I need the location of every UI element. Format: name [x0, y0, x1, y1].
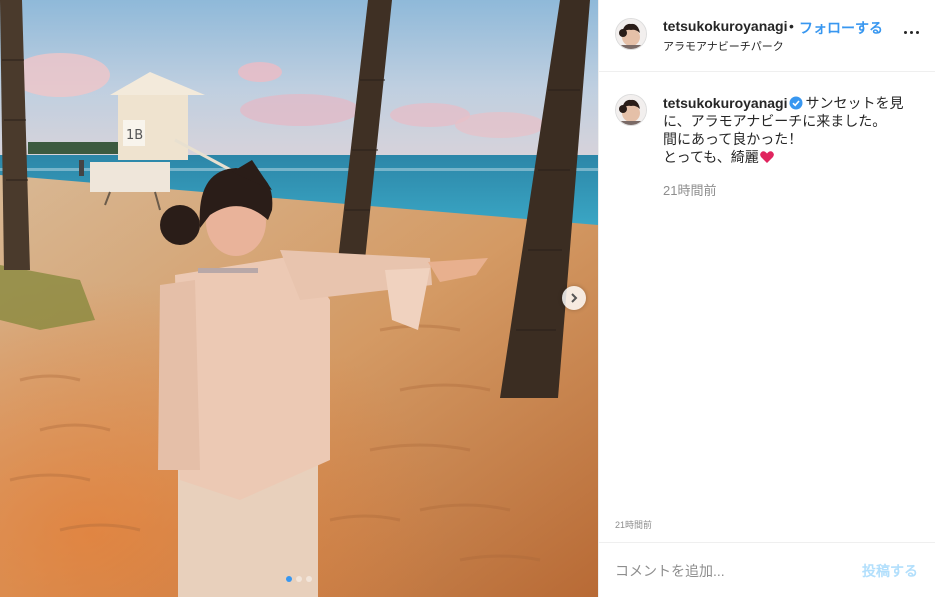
heart-emoji-icon — [759, 151, 774, 163]
more-options-button[interactable] — [899, 22, 923, 42]
carousel-next-button[interactable] — [562, 286, 586, 310]
avatar[interactable] — [615, 18, 647, 50]
verified-badge-icon — [789, 96, 803, 110]
post-comment-button[interactable]: 投稿する — [862, 561, 918, 581]
avatar-image — [616, 95, 646, 125]
avatar-image — [616, 19, 646, 49]
post-header: tetsukokuroyanagi • フォローする アラモアナビーチパーク — [599, 0, 935, 72]
carousel-dot — [296, 576, 302, 582]
ellipsis-icon — [903, 30, 907, 34]
beach-sunset-photo: 1B — [0, 0, 598, 597]
post-details-panel: tetsukokuroyanagi • フォローする アラモアナビーチパーク t… — [598, 0, 935, 597]
ellipsis-icon — [909, 30, 913, 34]
post-timestamp: 21時間前 — [615, 520, 653, 530]
caption-line: サンセットを見 — [805, 95, 904, 111]
caption-line: とっても、綺麗 — [663, 149, 759, 165]
post-photo[interactable]: 1B — [0, 0, 598, 597]
caption-text: tetsukokuroyanagi サンセットを見 に、アラモアナビーチに来ました… — [663, 94, 913, 166]
carousel-dot — [286, 576, 292, 582]
add-comment-bar: コメントを追加... 投稿する — [599, 542, 935, 597]
location-link[interactable]: アラモアナビーチパーク — [663, 38, 784, 54]
caption-username-link[interactable]: tetsukokuroyanagi — [663, 95, 787, 111]
follow-button[interactable]: フォローする — [799, 18, 883, 38]
caption-line: に、アラモアナビーチに来ました。 — [663, 113, 887, 129]
caption-timestamp: 21時間前 — [663, 183, 717, 198]
caption-line: 間にあって良かった！ — [663, 131, 803, 147]
separator-dot: • — [789, 18, 794, 34]
comment-input[interactable]: コメントを追加... — [615, 561, 725, 581]
chevron-right-icon — [571, 293, 578, 303]
avatar[interactable] — [615, 94, 647, 126]
carousel-dot — [306, 576, 312, 582]
svg-text:1B: 1B — [126, 128, 143, 143]
carousel-indicator — [0, 576, 598, 582]
username-link[interactable]: tetsukokuroyanagi — [663, 18, 787, 34]
ellipsis-icon — [915, 30, 919, 34]
